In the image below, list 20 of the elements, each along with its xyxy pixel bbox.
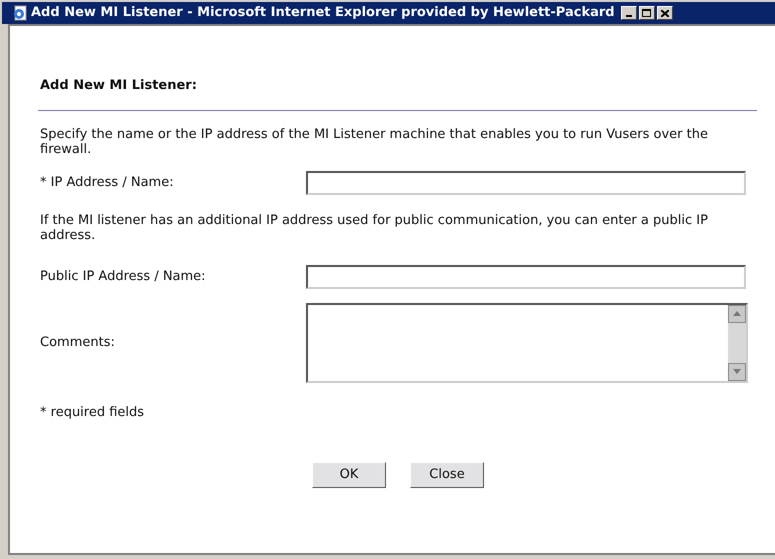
close-icon [660, 10, 669, 16]
field-label: Comments: [40, 334, 116, 352]
instruction-text: If the MI listener has an additional IP address used for public communication, you can enter a public IP address. [40, 212, 709, 242]
browser-icon [12, 5, 28, 21]
instruction-text: Specify the name or the IP address of the MI Listener machine that enables you to run Vusers over the firewall. [39, 126, 709, 156]
dialog-button[interactable]: Close [410, 462, 484, 488]
field-label: * IP Address / Name: [40, 174, 175, 192]
dialog-button[interactable]: OK [312, 462, 386, 488]
dialog-heading: Add New MI Listener: [38, 76, 757, 110]
close-button[interactable] [656, 6, 673, 20]
input-field[interactable] [306, 170, 746, 194]
field-label: Public IP Address / Name: [40, 268, 207, 286]
comments-field[interactable] [306, 302, 748, 382]
window-title: Add New MI Listener - Microsoft Internet Explorer provided by Hewlett-Packard [31, 4, 615, 22]
scroll-up-icon[interactable] [728, 304, 746, 322]
scroll-down-icon[interactable] [728, 362, 746, 380]
maximize-button[interactable] [638, 6, 655, 20]
required-note: * required fields [39, 404, 146, 422]
input-field[interactable] [306, 264, 746, 288]
minimize-button[interactable] [620, 6, 637, 20]
